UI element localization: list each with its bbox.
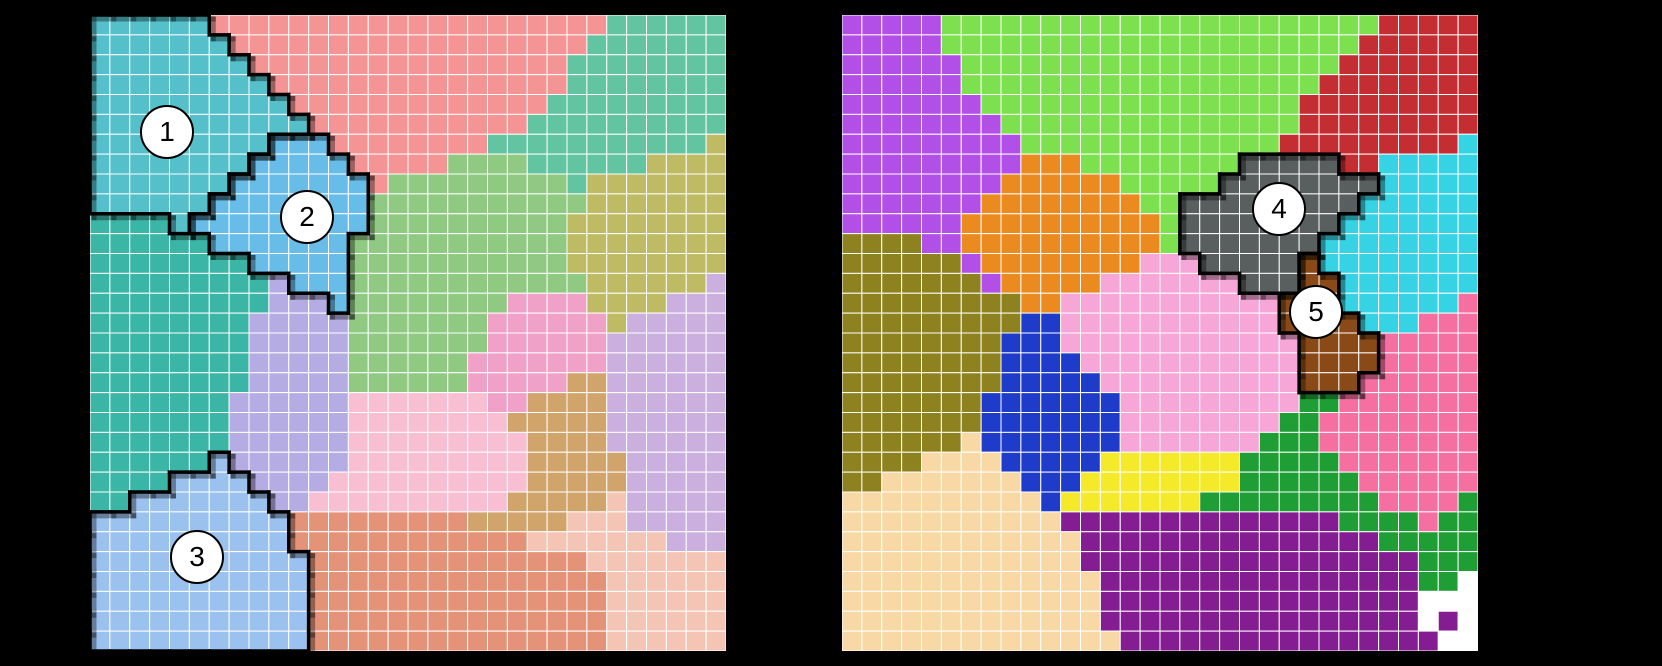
marker-3: 3 <box>170 530 224 584</box>
grid-svg-right <box>842 15 1478 651</box>
grid-panel-right <box>842 15 1478 651</box>
marker-label: 2 <box>299 201 315 233</box>
marker-5: 5 <box>1289 285 1343 339</box>
marker-1: 1 <box>140 105 194 159</box>
marker-4: 4 <box>1252 182 1306 236</box>
marker-label: 1 <box>159 116 175 148</box>
marker-label: 3 <box>189 541 205 573</box>
marker-2: 2 <box>280 190 334 244</box>
marker-label: 5 <box>1308 296 1324 328</box>
marker-label: 4 <box>1271 193 1287 225</box>
